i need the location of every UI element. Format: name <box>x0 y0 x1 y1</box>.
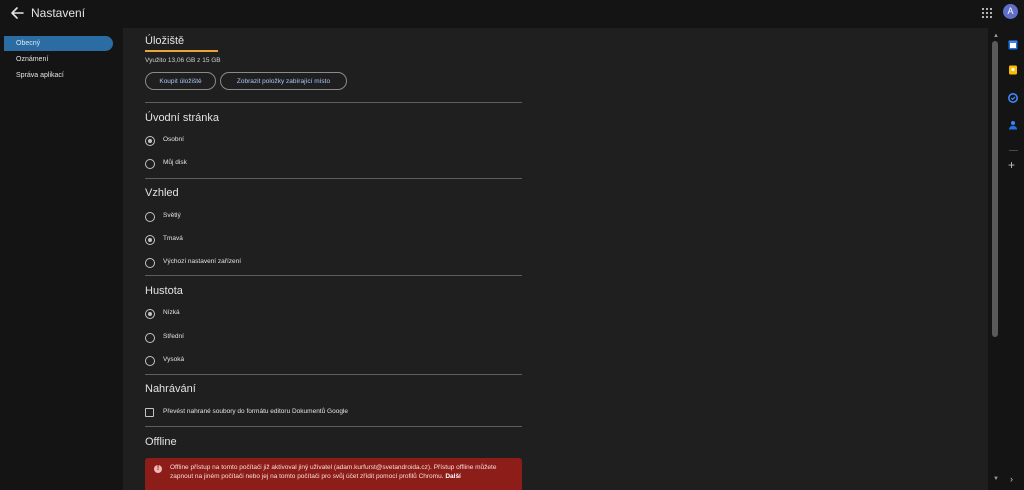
buy-storage-button[interactable]: Koupit úložiště <box>145 72 216 90</box>
back-button[interactable] <box>8 4 28 22</box>
home-page-title: Úvodní stránka <box>145 112 219 124</box>
view-items-taking-space-button[interactable]: Zobrazit položky zabírající místo <box>220 72 347 90</box>
divider <box>145 275 522 276</box>
storage-title: Úložiště <box>145 35 185 47</box>
avatar[interactable]: A <box>1003 4 1018 19</box>
offline-error-alert: ! Offline přístup na tomto počítači již … <box>145 458 522 490</box>
sidebar-item-notifications[interactable]: Oznámení <box>4 52 113 67</box>
radio-label: Tmavá <box>163 235 183 242</box>
alert-message: Offline přístup na tomto počítači již ak… <box>170 463 510 481</box>
sidebar-item-app-management[interactable]: Správa aplikací <box>4 68 113 83</box>
more-link[interactable]: Další <box>445 473 461 480</box>
plus-icon[interactable]: + <box>1008 158 1015 172</box>
apps-grid-icon <box>981 7 993 19</box>
chevron-right-icon[interactable]: › <box>1010 474 1013 484</box>
divider <box>145 102 522 103</box>
top-bar: Nastavení A <box>0 0 1024 28</box>
radio-button[interactable] <box>145 235 155 245</box>
settings-content: Úložiště Využito 13,06 GB z 15 GB Koupit… <box>123 28 988 490</box>
storage-usage-text: Využito 13,06 GB z 15 GB <box>145 57 221 64</box>
page-title: Nastavení <box>31 6 86 20</box>
checkbox-label: Převést nahrané soubory do formátu edito… <box>163 408 348 415</box>
radio-label: Střední <box>163 333 184 340</box>
scrollbar-thumb[interactable] <box>992 41 998 337</box>
radio-button[interactable] <box>145 258 155 268</box>
radio-button[interactable] <box>145 159 155 169</box>
radio-label: Vysoká <box>163 356 185 363</box>
radio-label: Nízká <box>163 309 180 316</box>
error-icon: ! <box>154 465 162 473</box>
offline-title: Offline <box>145 436 177 448</box>
sidebar: Obecný Oznámení Správa aplikací <box>0 28 120 490</box>
divider <box>145 178 522 179</box>
radio-button[interactable] <box>145 333 155 343</box>
radio-button[interactable] <box>145 309 155 319</box>
appearance-title: Vzhled <box>145 187 179 199</box>
apps-grid-button[interactable] <box>981 6 993 19</box>
radio-label: Můj disk <box>163 159 187 166</box>
radio-label: Světlý <box>163 212 181 219</box>
radio-button[interactable] <box>145 212 155 222</box>
radio-button[interactable] <box>145 136 155 146</box>
scroll-down-arrow-icon[interactable]: ▼ <box>993 476 999 482</box>
divider <box>145 374 522 375</box>
divider <box>145 426 522 427</box>
rail-divider <box>1009 150 1018 151</box>
arrow-back-icon <box>11 7 24 19</box>
contacts-icon[interactable] <box>1008 117 1018 130</box>
calendar-icon[interactable] <box>1008 37 1018 50</box>
radio-label: Výchozí nastavení zařízení <box>163 258 242 265</box>
upload-title: Nahrávání <box>145 383 196 395</box>
density-title: Hustota <box>145 285 183 297</box>
side-panel-rail: + › <box>1001 28 1024 490</box>
scroll-up-arrow-icon[interactable]: ▲ <box>993 33 999 39</box>
tasks-icon[interactable] <box>1008 90 1018 103</box>
radio-label: Osobní <box>163 136 184 143</box>
convert-uploads-checkbox[interactable] <box>145 408 154 417</box>
sidebar-item-general[interactable]: Obecný <box>4 36 113 51</box>
radio-button[interactable] <box>145 356 155 366</box>
storage-usage-bar <box>145 50 218 52</box>
keep-icon[interactable] <box>1008 62 1018 75</box>
